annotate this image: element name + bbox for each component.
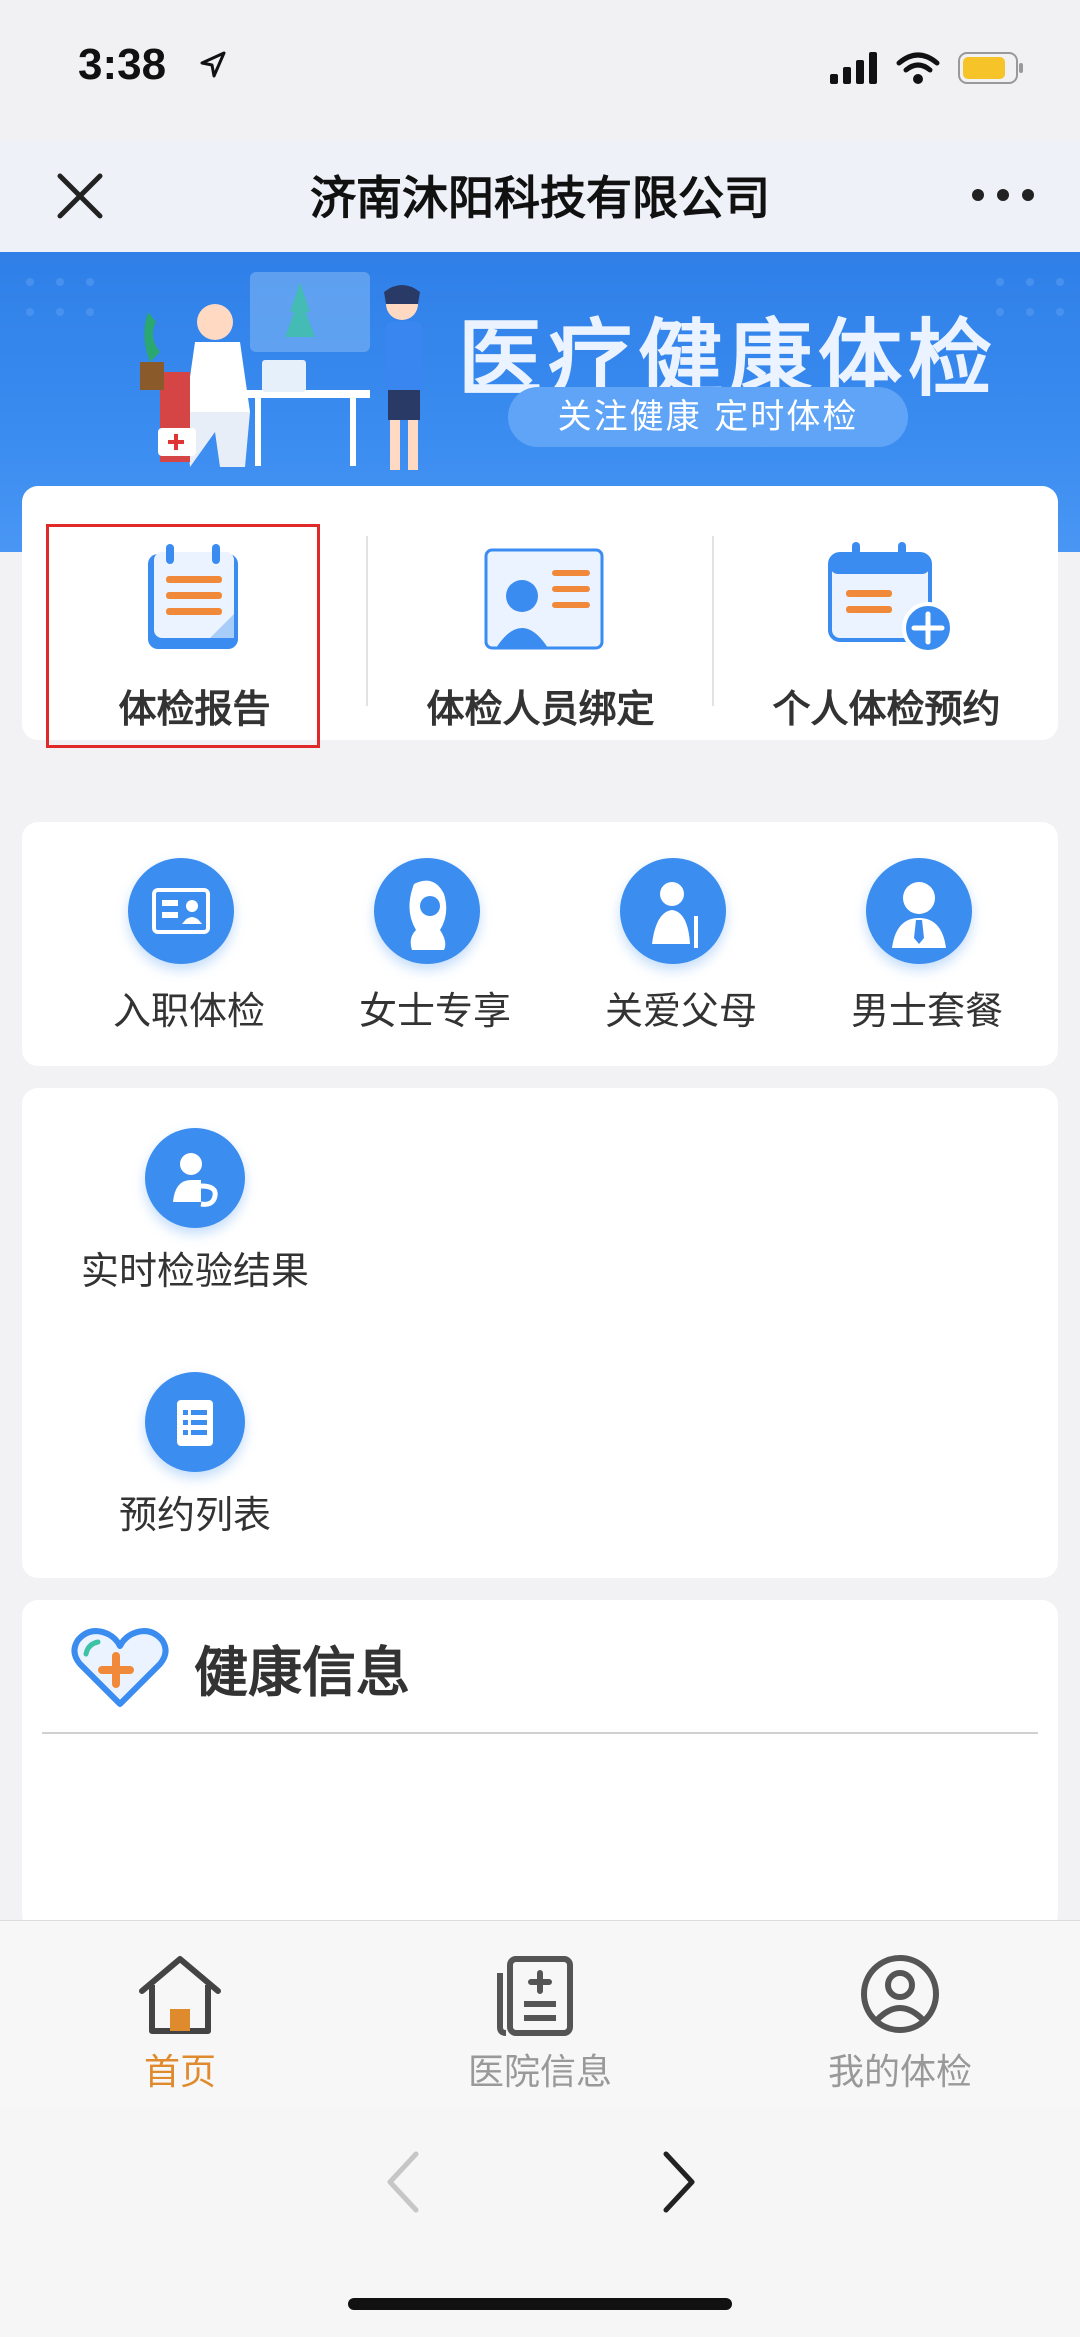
- tool-appointment-list[interactable]: 预约列表: [50, 1332, 340, 1537]
- nav-bar: 济南沐阳科技有限公司: [0, 140, 1080, 252]
- tab-label: 我的体检: [827, 2052, 972, 2093]
- heart-plus-icon: [71, 1628, 169, 1707]
- calendar-add-icon: [828, 542, 954, 654]
- tool-label: 预约列表: [118, 1493, 271, 1537]
- tab-my-checkup[interactable]: 我的体检: [720, 1921, 1080, 2107]
- list-icon: [145, 1372, 245, 1472]
- battery-icon: [958, 52, 1023, 84]
- lab-result-icon: [145, 1128, 245, 1228]
- category-label: 女士专享: [358, 989, 511, 1033]
- woman-icon: [374, 858, 480, 964]
- category-entry-checkup[interactable]: 入职体检: [66, 822, 312, 1066]
- tab-bar: 首页 医院信息 我的体检: [0, 1920, 1080, 2107]
- hospital-info-icon: [497, 1956, 573, 2036]
- more-icon[interactable]: [968, 170, 1038, 220]
- category-parents[interactable]: 关爱父母: [558, 822, 804, 1066]
- forward-arrow-icon[interactable]: [650, 2146, 710, 2218]
- tab-label: 首页: [143, 2052, 216, 2093]
- tool-label: 实时检验结果: [80, 1249, 309, 1293]
- category-women[interactable]: 女士专享: [312, 822, 558, 1066]
- tab-hospital-info[interactable]: 医院信息: [360, 1921, 720, 2107]
- tool-lab-results[interactable]: 实时检验结果: [50, 1088, 340, 1293]
- quick-action-label: 个人体检预约: [772, 687, 1001, 731]
- tools-card: 实时检验结果 预约列表: [22, 1088, 1058, 1578]
- health-info-card: 健康信息: [22, 1600, 1058, 1930]
- person-card-icon: [484, 548, 604, 650]
- quick-action-appointment[interactable]: 个人体检预约: [714, 486, 1059, 740]
- banner-subtitle: 关注健康 定时体检: [508, 387, 908, 447]
- elder-icon: [620, 858, 726, 964]
- id-card-icon: [128, 858, 234, 964]
- wifi-icon: [896, 52, 940, 84]
- back-arrow-icon[interactable]: [372, 2146, 432, 2218]
- category-label: 入职体检: [112, 989, 265, 1033]
- category-label: 男士套餐: [850, 989, 1003, 1033]
- divider: [42, 1732, 1038, 1734]
- user-icon: [861, 1955, 939, 2033]
- browser-bar: [0, 2106, 1080, 2337]
- quick-action-label: 体检人员绑定: [426, 687, 655, 731]
- signal-icon: [830, 52, 877, 84]
- page-title: 济南沐阳科技有限公司: [310, 171, 770, 225]
- status-bar: 3:38: [0, 0, 1080, 140]
- quick-action-bind-person[interactable]: 体检人员绑定: [368, 486, 713, 740]
- home-indicator[interactable]: [348, 2298, 732, 2310]
- tab-home[interactable]: 首页: [0, 1921, 360, 2107]
- highlight-box: [46, 524, 320, 748]
- man-icon: [866, 858, 972, 964]
- tab-label: 医院信息: [467, 2052, 612, 2093]
- category-label: 关爱父母: [604, 989, 757, 1033]
- status-time: 3:38: [78, 40, 167, 89]
- home-icon: [139, 1956, 221, 2034]
- section-title: 健康信息: [194, 1641, 410, 1704]
- status-icons: [830, 48, 1024, 88]
- location-arrow-icon: [200, 51, 226, 78]
- category-men[interactable]: 男士套餐: [804, 822, 1050, 1066]
- categories-card: 入职体检 女士专享 关爱父母 男士套餐: [22, 822, 1058, 1066]
